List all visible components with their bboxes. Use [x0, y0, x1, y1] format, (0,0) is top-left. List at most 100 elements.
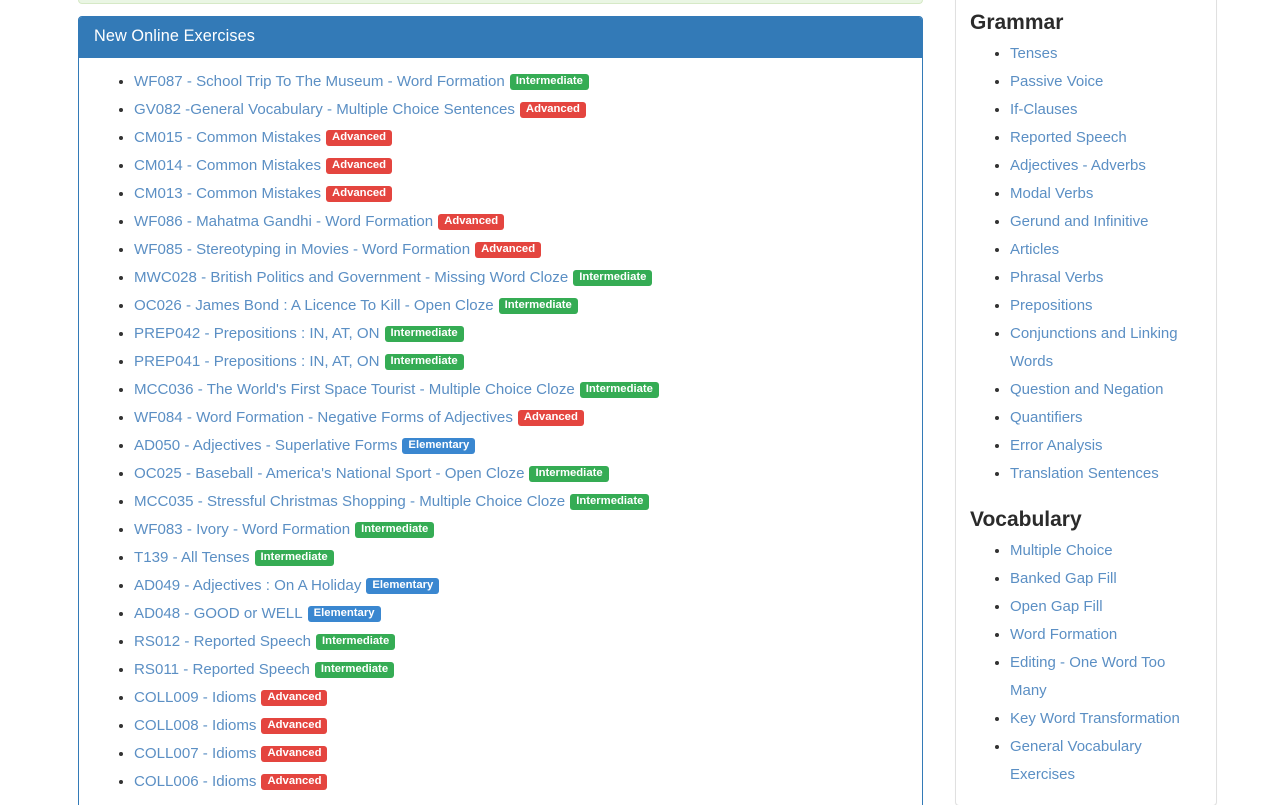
page-title: New Online Exercises: [94, 28, 907, 46]
level-badge: Advanced: [518, 410, 584, 426]
list-item: OC026 - James Bond : A Licence To Kill -…: [134, 292, 907, 320]
sidebar-link[interactable]: Gerund and Infinitive: [1010, 213, 1148, 230]
exercise-link[interactable]: GV082 -General Vocabulary - Multiple Cho…: [134, 101, 515, 118]
list-item: CM014 - Common Mistakes Advanced: [134, 152, 907, 180]
sidebar-link[interactable]: Open Gap Fill: [1010, 598, 1103, 615]
sidebar-link[interactable]: Translation Sentences: [1010, 465, 1159, 482]
list-item: WF084 - Word Formation - Negative Forms …: [134, 404, 907, 432]
sidebar-link[interactable]: Prepositions: [1010, 297, 1093, 314]
sidebar-link[interactable]: Key Word Transformation: [1010, 710, 1180, 727]
exercise-link[interactable]: CM014 - Common Mistakes: [134, 157, 321, 174]
exercise-link[interactable]: MWC028 - British Politics and Government…: [134, 269, 568, 286]
list-item: AD050 - Adjectives - Superlative Forms El…: [134, 432, 907, 460]
sidebar-link[interactable]: Tenses: [1010, 45, 1058, 62]
list-item: Editing - One Word Too Many: [1010, 649, 1202, 705]
sidebar-link[interactable]: General Vocabulary Exercises: [1010, 738, 1142, 783]
sidebar-link[interactable]: Modal Verbs: [1010, 185, 1093, 202]
level-badge: Intermediate: [316, 634, 395, 650]
list-item: COLL007 - IdiomsAdvanced: [134, 740, 907, 768]
list-item: Multiple Choice: [1010, 537, 1202, 565]
list-item: COLL006 - IdiomsAdvanced: [134, 768, 907, 796]
new-online-exercises-panel: New Online Exercises WF087 - School Trip…: [78, 16, 923, 805]
level-badge: Advanced: [438, 214, 504, 230]
list-item: Reported Speech: [1010, 124, 1202, 152]
exercise-link[interactable]: OC026 - James Bond : A Licence To Kill -…: [134, 297, 494, 314]
sidebar-link[interactable]: Multiple Choice: [1010, 542, 1113, 559]
sidebar-link[interactable]: Quantifiers: [1010, 409, 1083, 426]
list-item: WF087 - School Trip To The Museum - Word…: [134, 68, 907, 96]
categories-panel: Grammar TensesPassive VoiceIf-ClausesRep…: [955, 0, 1217, 805]
list-item: RS011 - Reported Speech Intermediate: [134, 656, 907, 684]
list-item: OC025 - Baseball - America's National Sp…: [134, 460, 907, 488]
level-badge: Intermediate: [510, 74, 589, 90]
sidebar-link[interactable]: Banked Gap Fill: [1010, 570, 1117, 587]
sidebar-link[interactable]: Reported Speech: [1010, 129, 1127, 146]
list-item: Articles: [1010, 236, 1202, 264]
exercise-link[interactable]: WF084 - Word Formation - Negative Forms …: [134, 409, 513, 426]
exercise-link[interactable]: T139 - All Tenses: [134, 549, 250, 566]
exercise-link[interactable]: RS011 - Reported Speech: [134, 661, 310, 678]
level-badge: Elementary: [402, 438, 475, 454]
level-badge: Intermediate: [255, 550, 334, 566]
exercise-link[interactable]: COLL009 - Idioms: [134, 689, 256, 706]
level-badge: Advanced: [326, 158, 392, 174]
sidebar-link[interactable]: Error Analysis: [1010, 437, 1103, 454]
list-item: CM015 - Common Mistakes Advanced: [134, 124, 907, 152]
exercise-link[interactable]: AD050 - Adjectives - Superlative Forms: [134, 437, 397, 454]
vocabulary-list: Multiple Choice Banked Gap Fill Open Gap F…: [970, 537, 1202, 789]
list-item: COLL008 - Idioms Advanced: [134, 712, 907, 740]
sidebar-link[interactable]: Adjectives - Adverbs: [1010, 157, 1146, 174]
exercise-link[interactable]: COLL006 - Idioms: [134, 773, 256, 790]
exercise-link[interactable]: COLL007 - Idioms: [134, 745, 256, 762]
exercise-link[interactable]: AD049 - Adjectives : On A Holiday: [134, 577, 361, 594]
exercise-link[interactable]: RS012 - Reported Speech: [134, 633, 311, 650]
list-item: Modal Verbs: [1010, 180, 1202, 208]
list-item: Phrasal Verbs: [1010, 264, 1202, 292]
grammar-list: Tenses Passive Voice If-Clauses Reported Sp…: [970, 40, 1202, 488]
level-badge: Elementary: [308, 606, 381, 622]
success-alert-strip: [78, 0, 923, 4]
list-item: Passive Voice: [1010, 68, 1202, 96]
level-badge: Intermediate: [385, 326, 464, 342]
list-item: Quantifiers: [1010, 404, 1202, 432]
level-badge: Intermediate: [315, 662, 394, 678]
sidebar-link[interactable]: Passive Voice: [1010, 73, 1103, 90]
list-item: MCC035 - Stressful Christmas Shopping - …: [134, 488, 907, 516]
exercise-link[interactable]: CM013 - Common Mistakes: [134, 185, 321, 202]
list-item: WF086 - Mahatma Gandhi - Word Formation A…: [134, 208, 907, 236]
exercise-link[interactable]: COLL008 - Idioms: [134, 717, 256, 734]
exercise-link[interactable]: MCC036 - The World's First Space Tourist…: [134, 381, 575, 398]
exercise-link[interactable]: WF085 - Stereotyping in Movies - Word Fo…: [134, 241, 470, 258]
exercise-link[interactable]: CM015 - Common Mistakes: [134, 129, 321, 146]
list-item: Conjunctions and Linking Words: [1010, 320, 1202, 376]
exercise-link[interactable]: OC025 - Baseball - America's National Sp…: [134, 465, 524, 482]
list-item: AD049 - Adjectives : On A HolidayElement…: [134, 572, 907, 600]
sidebar-link[interactable]: If-Clauses: [1010, 101, 1078, 118]
exercise-link[interactable]: WF083 - Ivory - Word Formation: [134, 521, 350, 538]
list-item: WF083 - Ivory - Word FormationIntermedia…: [134, 516, 907, 544]
level-badge: Advanced: [520, 102, 586, 118]
sidebar-link[interactable]: Phrasal Verbs: [1010, 269, 1103, 286]
level-badge: Advanced: [326, 130, 392, 146]
sidebar-link[interactable]: Articles: [1010, 241, 1059, 258]
exercise-link[interactable]: PREP041 - Prepositions : IN, AT, ON: [134, 353, 380, 370]
panel-header: New Online Exercises: [79, 17, 922, 58]
sidebar-link[interactable]: Word Formation: [1010, 626, 1117, 643]
sidebar-link[interactable]: Question and Negation: [1010, 381, 1163, 398]
list-item: Gerund and Infinitive: [1010, 208, 1202, 236]
exercise-link[interactable]: MCC035 - Stressful Christmas Shopping - …: [134, 493, 565, 510]
list-item: Banked Gap Fill: [1010, 565, 1202, 593]
sidebar-link[interactable]: Conjunctions and Linking Words: [1010, 325, 1178, 370]
exercise-link[interactable]: WF086 - Mahatma Gandhi - Word Formation: [134, 213, 433, 230]
level-badge: Intermediate: [580, 382, 659, 398]
list-item: General Vocabulary Exercises: [1010, 733, 1202, 789]
exercise-link[interactable]: AD048 - GOOD or WELL: [134, 605, 303, 622]
page-root: New Online Exercises WF087 - School Trip…: [0, 0, 1268, 805]
exercise-link[interactable]: WF087 - School Trip To The Museum - Word…: [134, 73, 505, 90]
level-badge: Advanced: [261, 718, 327, 734]
list-item: Prepositions: [1010, 292, 1202, 320]
sidebar-link[interactable]: Editing - One Word Too Many: [1010, 654, 1165, 699]
exercise-link[interactable]: PREP042 - Prepositions : IN, AT, ON: [134, 325, 380, 342]
panel-body: WF087 - School Trip To The Museum - Word…: [79, 58, 922, 805]
level-badge: Intermediate: [385, 354, 464, 370]
